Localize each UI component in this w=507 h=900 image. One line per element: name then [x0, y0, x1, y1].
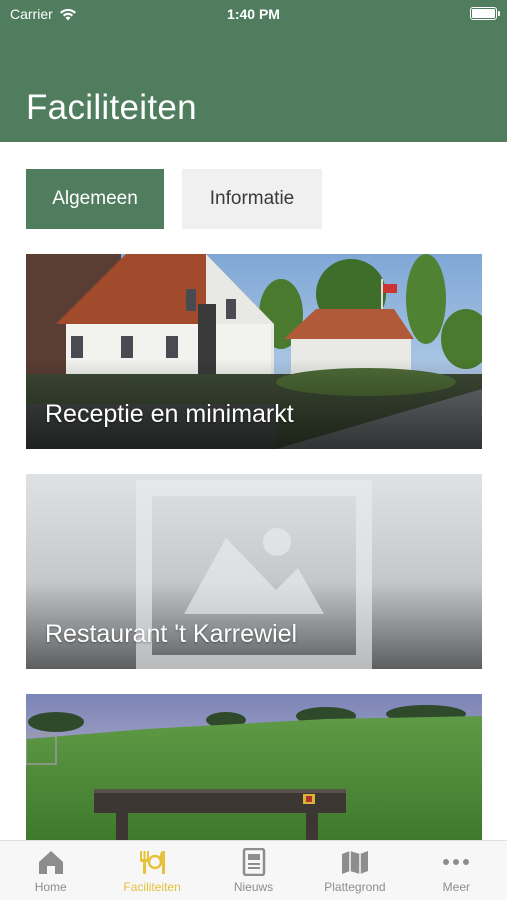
app-screen: Carrier 1:40 PM Faciliteiten Algemeen In… [0, 0, 507, 900]
grass-field-bench-photo [26, 694, 482, 840]
tabbar-label-meer: Meer [442, 880, 470, 894]
tabbar-label-faciliteiten: Faciliteiten [123, 880, 181, 894]
tabbar-item-home[interactable]: Home [0, 841, 101, 900]
cutlery-icon [140, 851, 166, 874]
tabbar-label-plattegrond: Plattegrond [324, 880, 386, 894]
header: Carrier 1:40 PM Faciliteiten [0, 0, 507, 142]
home-icon [38, 851, 63, 874]
battery-icon [470, 7, 500, 20]
tabbar-label-home: Home [34, 880, 67, 894]
tabbar-item-plattegrond[interactable]: Plattegrond [304, 841, 405, 900]
facility-card-receptie[interactable]: Receptie en minimarkt [26, 254, 482, 449]
status-time: 1:40 PM [227, 6, 280, 22]
status-bar: Carrier 1:40 PM [0, 0, 507, 30]
tabbar-label-nieuws: Nieuws [233, 880, 274, 894]
newspaper-icon [242, 848, 265, 876]
facility-card-grass-field[interactable] [26, 694, 482, 840]
card-label: Restaurant 't Karrewiel [45, 620, 298, 648]
more-icon [443, 859, 470, 865]
category-tabs: Algemeen Informatie [26, 169, 322, 229]
tab-algemeen[interactable]: Algemeen [26, 169, 164, 229]
page-title: Faciliteiten [26, 88, 197, 127]
facility-card-restaurant[interactable]: Restaurant 't Karrewiel [26, 474, 482, 669]
bottom-tab-bar: Home Faciliteiten Nieuws Plattegrond Mee… [0, 840, 507, 900]
tabbar-item-nieuws[interactable]: Nieuws [203, 841, 304, 900]
tabbar-item-meer[interactable]: Meer [406, 841, 507, 900]
tab-informatie[interactable]: Informatie [182, 169, 322, 229]
tabbar-item-faciliteiten[interactable]: Faciliteiten [101, 841, 202, 900]
map-icon [341, 851, 368, 874]
card-label: Receptie en minimarkt [45, 400, 294, 428]
